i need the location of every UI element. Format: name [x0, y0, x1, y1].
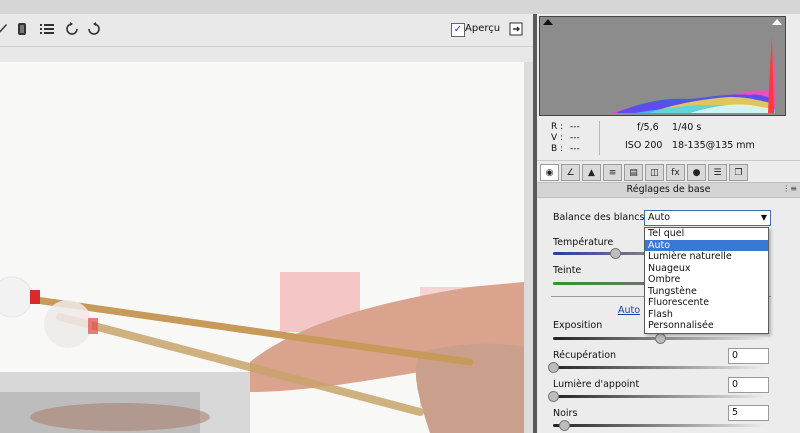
g-value: ---: [570, 133, 580, 143]
dropdown-option[interactable]: Personnalisée: [645, 320, 768, 332]
exposure-slider-thumb[interactable]: [655, 333, 666, 344]
preview-pane: ✓ Aperçu: [0, 14, 533, 433]
shadow-clipping-icon[interactable]: [543, 19, 553, 25]
chevron-down-icon: ▼: [760, 213, 767, 222]
iso-value: ISO 200: [625, 140, 663, 151]
fullscreen-icon[interactable]: [508, 21, 524, 37]
panel-menu-icon[interactable]: ⋮≡: [782, 184, 797, 193]
lens-value: 18-135@135 mm: [672, 140, 755, 151]
temperature-slider-thumb[interactable]: [610, 248, 622, 259]
brush-icon[interactable]: [0, 21, 10, 37]
tint-label: Teinte: [553, 265, 582, 276]
tone-curve-icon[interactable]: ∠: [561, 164, 580, 181]
rotate-right-icon[interactable]: [86, 21, 102, 37]
recovery-label: Récupération: [553, 350, 617, 361]
eraser-icon[interactable]: [14, 21, 30, 37]
g-label: V :: [551, 133, 564, 143]
settings-pane: R : --- V : --- B : --- f/5,6 1/40 s ISO…: [537, 14, 800, 433]
window-top-strip: [0, 0, 800, 15]
highlight-clipping-icon[interactable]: [772, 19, 782, 25]
panel-tabs: ◉ ∠ ▲ ≡ ▤ ◫ fx ● ☰ ❐: [537, 160, 800, 183]
fill-light-slider-track[interactable]: [553, 395, 767, 398]
preview-label: Aperçu: [465, 23, 501, 34]
preview-toolbar: ✓ Aperçu: [0, 14, 533, 47]
white-balance-select[interactable]: Auto ▼: [644, 210, 771, 226]
info-separator: [599, 121, 600, 155]
preview-scrollbar[interactable]: [524, 62, 533, 433]
panel-title: Réglages de base: [537, 182, 800, 198]
b-value: ---: [570, 144, 580, 154]
info-panel: R : --- V : --- B : --- f/5,6 1/40 s ISO…: [537, 118, 800, 164]
r-label: R :: [551, 122, 564, 132]
white-balance-label: Balance des blancs :: [553, 212, 651, 223]
dropdown-option[interactable]: Tungstène: [645, 286, 768, 298]
exposure-label: Exposition: [553, 320, 603, 331]
lens-corrections-icon[interactable]: ◫: [645, 164, 664, 181]
detail-icon[interactable]: ▲: [582, 164, 601, 181]
presets-icon[interactable]: ☰: [708, 164, 727, 181]
dropdown-option[interactable]: Lumière naturelle: [645, 251, 768, 263]
rotate-left-icon[interactable]: [64, 21, 80, 37]
dropdown-option[interactable]: Auto: [645, 239, 768, 251]
effects-icon[interactable]: fx: [666, 164, 685, 181]
r-value: ---: [570, 122, 580, 132]
dropdown-option[interactable]: Tel quel: [645, 228, 768, 240]
dropdown-option[interactable]: Fluorescente: [645, 297, 768, 309]
aperture-value: f/5,6: [637, 122, 659, 133]
recovery-input[interactable]: 0: [728, 348, 769, 364]
dropdown-option[interactable]: Ombre: [645, 274, 768, 286]
fill-light-slider-thumb[interactable]: [548, 391, 559, 402]
shutter-value: 1/40 s: [672, 122, 702, 133]
hsl-icon[interactable]: ≡: [603, 164, 622, 181]
snapshots-icon[interactable]: ❐: [729, 164, 748, 181]
camera-calibration-icon[interactable]: ●: [687, 164, 706, 181]
fill-light-input[interactable]: 0: [728, 377, 769, 393]
blacks-slider-track[interactable]: [553, 424, 767, 427]
white-balance-value: Auto: [648, 212, 671, 223]
preview-checkbox[interactable]: ✓: [451, 23, 465, 37]
white-balance-dropdown[interactable]: Tel quel Auto Lumière naturelle Nuageux Ombr…: [644, 227, 769, 334]
blacks-slider-thumb[interactable]: [558, 420, 570, 431]
basic-icon[interactable]: ◉: [540, 164, 559, 181]
dropdown-option[interactable]: Flash: [645, 309, 768, 321]
recovery-slider-track[interactable]: [553, 366, 767, 369]
recovery-slider-thumb[interactable]: [548, 362, 559, 373]
list-icon[interactable]: [39, 21, 55, 37]
blacks-label: Noirs: [553, 408, 578, 419]
split-toning-icon[interactable]: ▤: [624, 164, 643, 181]
blacks-input[interactable]: 5: [728, 405, 769, 421]
histogram: [539, 16, 786, 116]
photo-preview[interactable]: [0, 62, 524, 433]
auto-tone-link[interactable]: Auto: [618, 305, 640, 316]
temperature-label: Température: [553, 237, 614, 248]
dropdown-option[interactable]: Nuageux: [645, 263, 768, 275]
fill-light-label: Lumière d'appoint: [553, 379, 640, 390]
b-label: B :: [551, 144, 564, 154]
